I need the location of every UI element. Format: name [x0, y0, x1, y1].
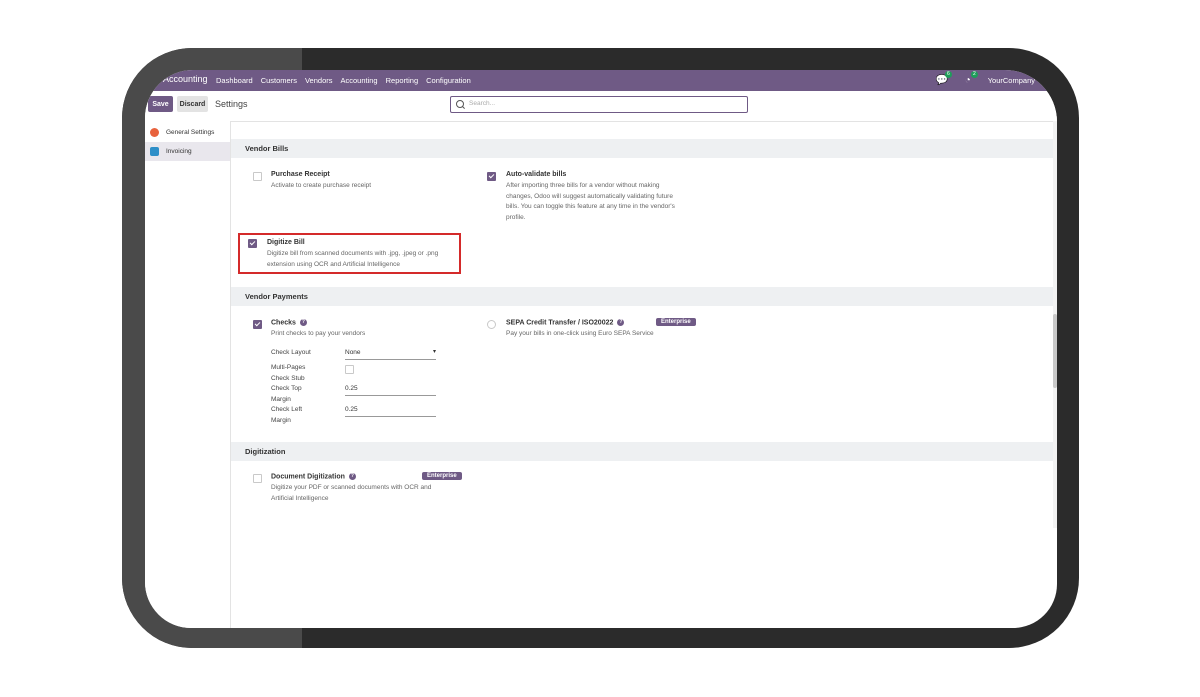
menu-vendors[interactable]: Vendors — [305, 76, 333, 85]
help-icon[interactable]: ? — [299, 319, 307, 326]
settings-content: Vendor Bills Purchase Receipt Activate t… — [231, 121, 1053, 528]
label-line: Check Top — [271, 385, 302, 392]
content-scrollbar[interactable] — [1053, 121, 1057, 528]
sepa-title: SEPA Credit Transfer / ISO20022? — [506, 319, 625, 327]
breadcrumb: Settings — [215, 99, 248, 109]
checks-desc: Print checks to pay your vendors — [271, 330, 366, 337]
section-vendor-payments: Vendor Payments — [231, 287, 1053, 306]
sidebar-item-label: Invoicing — [166, 148, 192, 155]
purchase-receipt-checkbox[interactable] — [253, 172, 262, 181]
app-screen: Accounting Dashboard Customers Vendors A… — [145, 70, 1057, 628]
sidebar-item-invoicing[interactable]: Invoicing — [145, 142, 230, 161]
sepa-title-text: SEPA Credit Transfer / ISO20022 — [506, 319, 614, 327]
sepa-desc: Pay your bills in one-click using Euro S… — [506, 330, 654, 337]
activities-button[interactable]: ◔ 2 — [962, 71, 978, 86]
label-line: Margin — [271, 416, 291, 424]
search-input[interactable]: Search... — [450, 96, 748, 113]
digitize-bill-title: Digitize Bill — [267, 239, 305, 246]
search-icon — [456, 100, 464, 108]
multi-pages-label: Multi-Pages Check Stub — [271, 363, 305, 384]
checks-title-text: Checks — [271, 319, 296, 327]
document-digitization-checkbox[interactable] — [253, 474, 262, 483]
multi-pages-checkbox[interactable] — [345, 365, 354, 374]
help-icon[interactable]: ? — [348, 473, 356, 480]
enterprise-badge: Enterprise — [422, 472, 462, 480]
check-top-margin-input[interactable]: 0.25 — [345, 385, 436, 396]
auto-validate-desc: After importing three bills for a vendor… — [506, 181, 716, 223]
check-top-margin-label: Check Top Margin — [271, 384, 302, 405]
menu-customers[interactable]: Customers — [261, 76, 297, 85]
menu-dashboard[interactable]: Dashboard — [216, 76, 253, 85]
messages-button[interactable]: 💬 6 — [936, 71, 952, 86]
enterprise-badge: Enterprise — [656, 318, 696, 326]
document-digitization-desc: Digitize your PDF or scanned documents w… — [271, 483, 471, 504]
doc-digitization-title-text: Document Digitization — [271, 473, 345, 481]
scrollbar-thumb[interactable] — [1053, 314, 1057, 388]
label-line: Check Left — [271, 406, 303, 413]
sepa-checkbox[interactable] — [487, 320, 496, 329]
top-navbar: Accounting Dashboard Customers Vendors A… — [145, 70, 1057, 91]
section-title: Vendor Payments — [245, 292, 308, 301]
desc-line: bills. You can toggle this feature at an… — [506, 203, 675, 210]
messages-badge: 6 — [944, 71, 952, 78]
clock-icon: ◔ — [964, 74, 971, 86]
main-menu: Dashboard Customers Vendors Accounting R… — [216, 76, 471, 85]
label-line: Check Stub — [271, 374, 305, 382]
label-line: Margin — [271, 395, 291, 403]
auto-validate-checkbox[interactable] — [487, 172, 496, 181]
company-switcher[interactable]: YourCompany — [988, 76, 1035, 85]
purchase-receipt-title: Purchase Receipt — [271, 171, 330, 178]
general-settings-icon — [150, 128, 159, 137]
section-vendor-bills: Vendor Bills — [231, 139, 1053, 158]
search-placeholder: Search... — [469, 100, 496, 107]
menu-reporting[interactable]: Reporting — [386, 76, 419, 85]
document-digitization-title: Document Digitization? — [271, 473, 356, 480]
menu-configuration[interactable]: Configuration — [426, 76, 471, 85]
section-title: Vendor Bills — [245, 144, 289, 153]
desc-line: After importing three bills for a vendor… — [506, 182, 660, 189]
purchase-receipt-desc: Activate to create purchase receipt — [271, 182, 372, 189]
sidebar-item-general-settings[interactable]: General Settings — [145, 123, 230, 142]
check-left-margin-input[interactable]: 0.25 — [345, 406, 436, 417]
digitize-bill-checkbox[interactable] — [248, 239, 257, 248]
digitize-bill-desc: Digitize bill from scanned documents wit… — [267, 249, 467, 270]
check-left-margin-label: Check Left Margin — [271, 405, 302, 426]
app-name[interactable]: Accounting — [163, 74, 208, 84]
activities-badge: 2 — [970, 71, 978, 78]
auto-validate-title: Auto-validate bills — [506, 171, 567, 178]
systray: 💬 6 ◔ 2 YourCompany — [936, 71, 1035, 86]
section-digitization: Digitization — [231, 442, 1053, 461]
invoicing-icon — [150, 147, 159, 156]
desc-line: Digitize your PDF or scanned documents w… — [271, 484, 432, 491]
desc-line: profile. — [506, 213, 526, 221]
section-title: Digitization — [245, 447, 286, 456]
checks-title: Checks? — [271, 319, 307, 326]
checks-checkbox[interactable] — [253, 320, 262, 329]
discard-button[interactable]: Discard — [177, 96, 208, 112]
label-line: Multi-Pages — [271, 364, 306, 371]
desc-line: extension using OCR and Artificial Intel… — [267, 260, 400, 268]
check-layout-label: Check Layout — [271, 349, 311, 356]
desc-line: changes, Odoo will suggest automatically… — [506, 192, 673, 200]
help-icon[interactable]: ? — [617, 319, 625, 326]
save-button[interactable]: Save — [148, 96, 173, 112]
check-layout-select[interactable]: None — [345, 348, 436, 360]
menu-accounting[interactable]: Accounting — [341, 76, 378, 85]
settings-sidebar: General Settings Invoicing — [145, 121, 231, 628]
sidebar-item-label: General Settings — [166, 129, 215, 136]
control-panel: Save Discard Settings Search... — [145, 91, 1057, 122]
desc-line: Artificial Intelligence — [271, 494, 329, 502]
desc-line: Digitize bill from scanned documents wit… — [267, 250, 439, 257]
